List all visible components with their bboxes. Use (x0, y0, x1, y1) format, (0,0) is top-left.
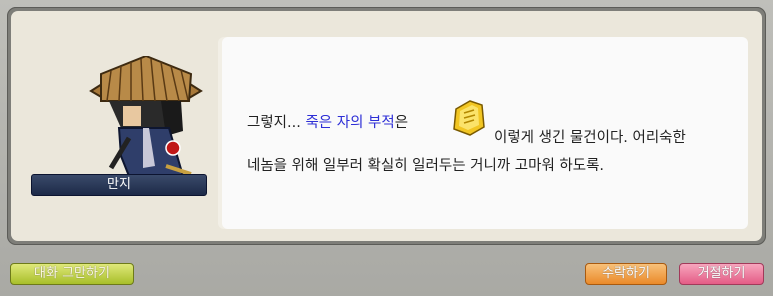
dialog-panel: 만지 그렇지... 죽은 자의 부적은 이렇게 생긴 물건이다. 어리숙한 네놈… (11, 11, 762, 241)
yellow-talisman-icon (453, 100, 485, 136)
decline-button[interactable]: 거절하기 (679, 263, 764, 285)
dialog-line-2: 네놈을 위해 일부러 확실히 일러두는 거니까 고마워 하도록. (247, 158, 605, 174)
dialog-particle: 은 (394, 115, 409, 131)
dialog-frame: 만지 그렇지... 죽은 자의 부적은 이렇게 생긴 물건이다. 어리숙한 네놈… (7, 7, 766, 245)
npc-name-plate: 만지 (31, 174, 207, 196)
accept-button[interactable]: 수락하기 (585, 263, 667, 285)
item-name-link: 죽은 자의 부적 (305, 115, 395, 131)
dialog-prefix: 그렇지... (247, 115, 306, 131)
npc-portrait (89, 56, 203, 183)
end-chat-button[interactable]: 대화 그만하기 (10, 263, 134, 285)
dialog-window: 만지 그렇지... 죽은 자의 부적은 이렇게 생긴 물건이다. 어리숙한 네놈… (0, 0, 773, 296)
dialog-line-1-continued: 이렇게 생긴 물건이다. 어리숙한 (494, 130, 686, 146)
dialog-line-1: 그렇지... 죽은 자의 부적은 (247, 111, 408, 135)
